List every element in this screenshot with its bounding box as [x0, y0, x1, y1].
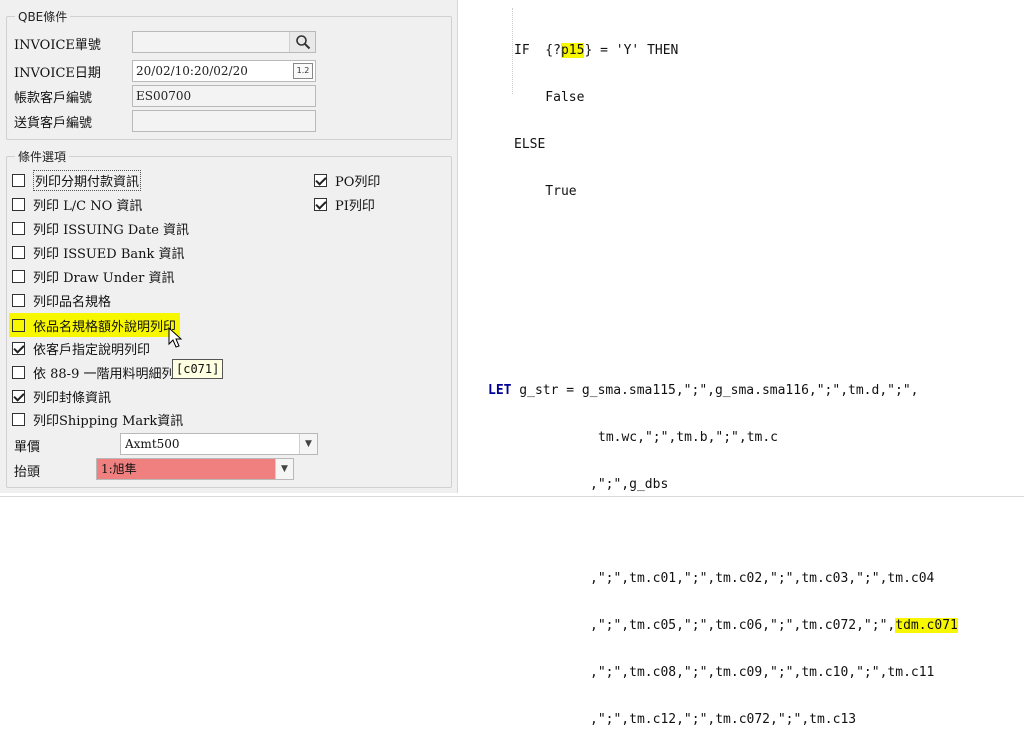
chevron-down-icon[interactable]: ▼ [275, 459, 293, 479]
option-draw-under-checkbox[interactable] [12, 269, 25, 283]
code-line: ELSE [514, 137, 546, 152]
option-customer-desc-checkbox[interactable] [12, 341, 25, 355]
invoice-no-field[interactable] [132, 31, 316, 53]
invoice-date-label: INVOICE日期 [14, 66, 101, 81]
invoice-no-label: INVOICE單號 [14, 38, 101, 53]
report-condition-panel: QBE條件 INVOICE單號 INVOICE日期 20/02/10:20/02… [0, 0, 458, 493]
option-customer-desc-label: 依客戶指定說明列印 [33, 342, 151, 358]
bottom-divider [0, 496, 1024, 497]
qbe-group-title: QBE條件 [15, 8, 71, 25]
code-line: ,";",g_dbs [590, 477, 669, 492]
unit-price-value: Axmt500 [125, 437, 180, 451]
source-code-block: LET g_str = g_sma.sma115,";",g_sma.sma11… [488, 352, 958, 743]
option-bom-detail[interactable]: 依 88-9 一階用料明細列 [12, 362, 174, 382]
option-installment-checkbox[interactable] [12, 173, 25, 187]
option-issuing-date[interactable]: 列印 ISSUING Date 資訊 [12, 218, 189, 238]
option-spec-extra-desc[interactable]: 依品名規格額外說明列印 [9, 313, 181, 337]
option-lc-no-checkbox[interactable] [12, 197, 25, 211]
option-installment-label: 列印分期付款資訊 [33, 169, 142, 191]
code-line: ,";",tm.c01,";",tm.c02,";",tm.c03,";",tm… [590, 571, 935, 586]
code-line: ,";",tm.c05,";",tm.c06,";",tm.c072,";",t… [590, 618, 958, 633]
option-seal-info-label: 列印封條資訊 [33, 390, 112, 406]
tooltip: [c071] [172, 359, 224, 379]
code-line: LET g_str = g_sma.sma115,";",g_sma.sma11… [488, 383, 919, 398]
code-line: True [514, 184, 577, 199]
option-shipping-mark[interactable]: 列印Shipping Mark資訊 [12, 409, 183, 429]
code-line: ,";",tm.c08,";",tm.c09,";",tm.c10,";",tm… [590, 665, 935, 680]
search-icon [295, 35, 310, 50]
option-po-print-label: PO列印 [335, 174, 381, 190]
option-issued-bank[interactable]: 列印 ISSUED Bank 資訊 [12, 242, 185, 262]
option-issuing-date-label: 列印 ISSUING Date 資訊 [33, 222, 190, 238]
option-lc-no-label: 列印 L/C NO 資訊 [33, 198, 143, 214]
invoice-date-field[interactable]: 20/02/10:20/02/20 1.2 [132, 60, 316, 82]
option-item-spec-checkbox[interactable] [12, 293, 25, 307]
option-item-spec-label: 列印品名規格 [33, 294, 112, 310]
option-pi-print-label: PI列印 [335, 198, 375, 214]
code-keyword: LET [488, 383, 512, 398]
option-pi-print-checkbox[interactable] [314, 197, 327, 211]
option-bom-detail-checkbox[interactable] [12, 365, 25, 379]
option-shipping-mark-checkbox[interactable] [12, 412, 25, 426]
option-item-spec[interactable]: 列印品名規格 [12, 290, 111, 310]
options-group-title: 條件選項 [15, 148, 70, 165]
header-value: 1:旭隼 [101, 462, 137, 476]
code-line: False [514, 90, 585, 105]
invoice-date-value: 20/02/10:20/02/20 [136, 64, 248, 78]
header-label: 抬頭 [14, 465, 41, 480]
header-select[interactable]: 1:旭隼 ▼ [96, 458, 294, 480]
option-spec-extra-desc-checkbox[interactable] [12, 318, 25, 332]
option-pi-print[interactable]: PI列印 [314, 194, 375, 214]
option-issued-bank-checkbox[interactable] [12, 245, 25, 259]
option-customer-desc[interactable]: 依客戶指定說明列印 [12, 338, 150, 358]
ship-customer-label: 送貨客戶編號 [14, 116, 93, 131]
option-po-print[interactable]: PO列印 [314, 170, 380, 190]
account-customer-field[interactable]: ES00700 [132, 85, 316, 107]
code-indent-guide [512, 8, 513, 94]
chevron-down-icon[interactable]: ▼ [299, 434, 317, 454]
option-lc-no[interactable]: 列印 L/C NO 資訊 [12, 194, 142, 214]
option-bom-detail-label: 依 88-9 一階用料明細列 [33, 366, 175, 382]
ship-customer-field[interactable] [132, 110, 316, 132]
option-seal-info[interactable]: 列印封條資訊 [12, 386, 111, 406]
option-seal-info-checkbox[interactable] [12, 389, 25, 403]
option-issued-bank-label: 列印 ISSUED Bank 資訊 [33, 246, 185, 262]
unit-price-select[interactable]: Axmt500 ▼ [120, 433, 318, 455]
code-line: tm.wc,";",tm.b,";",tm.c [598, 430, 779, 445]
option-issuing-date-checkbox[interactable] [12, 221, 25, 235]
mouse-pointer-icon [168, 327, 183, 348]
option-installment[interactable]: 列印分期付款資訊 [12, 169, 142, 191]
search-button[interactable] [289, 32, 315, 52]
option-draw-under-label: 列印 Draw Under 資訊 [33, 270, 175, 286]
option-draw-under[interactable]: 列印 Draw Under 資訊 [12, 266, 174, 286]
code-highlight: p15 [560, 43, 585, 58]
code-highlight: tdm.c071 [895, 618, 958, 633]
formula-code-block: IF {?p15} = 'Y' THEN False ELSE True [514, 12, 678, 215]
code-line: IF {?p15} = 'Y' THEN [514, 43, 679, 58]
calendar-icon[interactable]: 1.2 [293, 63, 313, 79]
option-po-print-checkbox[interactable] [314, 173, 327, 187]
option-spec-extra-desc-label: 依品名規格額外說明列印 [33, 319, 177, 335]
option-shipping-mark-label: 列印Shipping Mark資訊 [33, 413, 184, 429]
code-line: ,";",tm.c12,";",tm.c072,";",tm.c13 [590, 712, 857, 727]
unit-price-label: 單價 [14, 440, 41, 455]
account-customer-label: 帳款客戶編號 [14, 91, 93, 106]
